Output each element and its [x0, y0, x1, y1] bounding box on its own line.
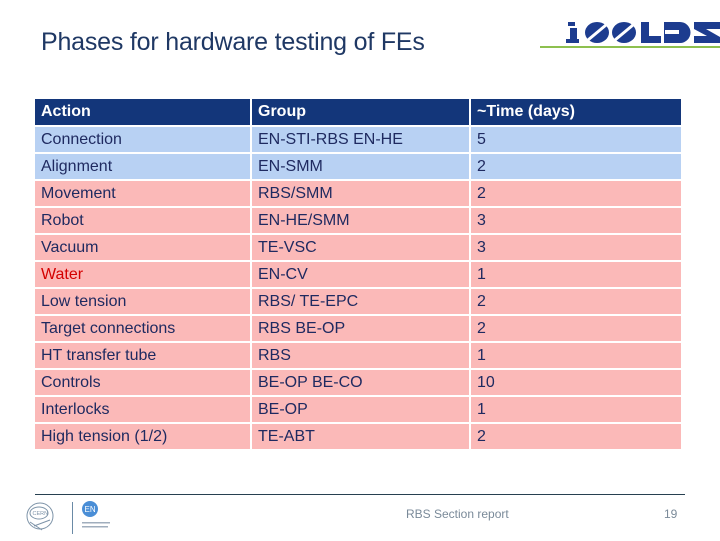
- cell-group: EN-STI-RBS EN-HE: [252, 127, 469, 152]
- cell-group: TE-ABT: [252, 424, 469, 449]
- cell-action: Interlocks: [35, 397, 250, 422]
- table-row: Vacuum TE-VSC 3: [35, 235, 681, 260]
- header-time: ~Time (days): [471, 99, 681, 125]
- cell-action: HT transfer tube: [35, 343, 250, 368]
- table-row: Controls BE-OP BE-CO 10: [35, 370, 681, 395]
- cell-time: 3: [471, 208, 681, 233]
- cell-group: EN-HE/SMM: [252, 208, 469, 233]
- svg-text:EN: EN: [85, 505, 96, 514]
- cell-group: BE-OP: [252, 397, 469, 422]
- cell-group: EN-CV: [252, 262, 469, 287]
- cell-time: 2: [471, 289, 681, 314]
- table-body: Connection EN-STI-RBS EN-HE 5 Alignment EN-S…: [35, 127, 681, 449]
- cell-action: Alignment: [35, 154, 250, 179]
- table-row: Target connections RBS BE-OP 2: [35, 316, 681, 341]
- cell-group: RBS/ TE-EPC: [252, 289, 469, 314]
- cell-time: 2: [471, 424, 681, 449]
- cern-logo: CERN: [24, 500, 58, 534]
- cell-group: BE-OP BE-CO: [252, 370, 469, 395]
- cell-time: 2: [471, 316, 681, 341]
- cern-logo-icon: CERN: [26, 502, 54, 531]
- cell-action: Vacuum: [35, 235, 250, 260]
- cell-action: High tension (1/2): [35, 424, 250, 449]
- cell-time: 1: [471, 397, 681, 422]
- cell-action: Low tension: [35, 289, 250, 314]
- cell-time: 2: [471, 181, 681, 206]
- slide-title: Phases for hardware testing of FEs: [41, 28, 425, 56]
- table-row: HT transfer tube RBS 1: [35, 343, 681, 368]
- table-header-row: Action Group ~Time (days): [35, 99, 681, 125]
- cell-action: Robot: [35, 208, 250, 233]
- page-number: 19: [664, 507, 678, 521]
- cell-action: Target connections: [35, 316, 250, 341]
- svg-text:CERN: CERN: [33, 511, 49, 517]
- cell-group: RBS BE-OP: [252, 316, 469, 341]
- table-row: Robot EN-HE/SMM 3: [35, 208, 681, 233]
- header-action: Action: [35, 99, 250, 125]
- table-row: Movement RBS/SMM 2: [35, 181, 681, 206]
- cell-time: 3: [471, 235, 681, 260]
- cell-action: Controls: [35, 370, 250, 395]
- title-underline: [540, 46, 720, 48]
- footer-divider: [35, 494, 685, 495]
- cell-action: Connection: [35, 127, 250, 152]
- cell-group: RBS/SMM: [252, 181, 469, 206]
- isolde-logo-icon: [566, 22, 720, 43]
- table-row: Alignment EN-SMM 2: [35, 154, 681, 179]
- cell-time: 5: [471, 127, 681, 152]
- en-logo-icon: EN: [82, 501, 110, 528]
- phases-table: Action Group ~Time (days) Connection EN-S…: [33, 97, 683, 451]
- table-row: Water EN-CV 1: [35, 262, 681, 287]
- cell-time: 1: [471, 262, 681, 287]
- cell-time: 2: [471, 154, 681, 179]
- logo-separator: [72, 502, 73, 534]
- isolde-logo: [566, 20, 720, 44]
- cell-action: Water: [35, 262, 250, 287]
- table-row: High tension (1/2) TE-ABT 2: [35, 424, 681, 449]
- cell-group: RBS: [252, 343, 469, 368]
- table-row: Low tension RBS/ TE-EPC 2: [35, 289, 681, 314]
- en-department-logo: EN: [81, 500, 121, 536]
- cell-time: 10: [471, 370, 681, 395]
- header-group: Group: [252, 99, 469, 125]
- cell-group: EN-SMM: [252, 154, 469, 179]
- table-row: Connection EN-STI-RBS EN-HE 5: [35, 127, 681, 152]
- cell-time: 1: [471, 343, 681, 368]
- cell-group: TE-VSC: [252, 235, 469, 260]
- table-row: Interlocks BE-OP 1: [35, 397, 681, 422]
- cell-action: Movement: [35, 181, 250, 206]
- footer-text: RBS Section report: [406, 507, 509, 521]
